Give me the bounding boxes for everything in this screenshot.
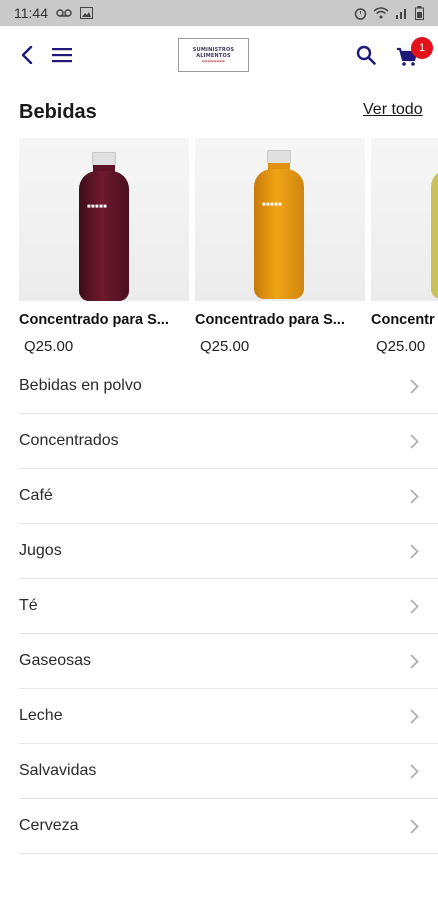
product-carousel[interactable]: ■■■■■ Concentrado para S... Q25.00 ■■■■■…	[0, 138, 438, 363]
hamburger-menu-icon	[52, 48, 72, 63]
category-item[interactable]: Salvavidas	[19, 744, 438, 799]
app-header: SUMINISTROS ALIMENTOS ▬▬▬▬▬▬▬▬	[0, 26, 438, 84]
bottle-body	[254, 169, 304, 299]
bottle-label: ■■■■■	[262, 202, 283, 208]
category-label: Café	[19, 487, 53, 504]
category-item[interactable]: Concentrados	[19, 414, 438, 469]
category-item[interactable]: Bebidas en polvo	[19, 359, 438, 414]
category-list: Bebidas en polvo Concentrados Café Jugos…	[19, 359, 438, 854]
see-all-link[interactable]: Ver todo	[363, 101, 423, 119]
status-bar: 11:44	[0, 0, 438, 26]
category-item[interactable]: Gaseosas	[19, 634, 438, 689]
category-item[interactable]: Jugos	[19, 524, 438, 579]
product-name: Concentr	[371, 312, 435, 328]
image-icon	[80, 7, 93, 19]
product-price: Q25.00	[200, 338, 250, 355]
bottle-cap	[92, 152, 116, 166]
signal-icon	[396, 9, 406, 19]
bottle-label: ■■■■■	[87, 204, 108, 210]
status-left: 11:44	[14, 5, 93, 21]
chevron-right-icon	[410, 433, 420, 449]
category-label: Salvavidas	[19, 762, 97, 779]
product-image: ■■■■■	[19, 138, 189, 301]
alarm-icon	[354, 7, 367, 20]
chevron-right-icon	[410, 708, 420, 724]
product-image: ■■■■■	[195, 138, 365, 301]
product-card[interactable]: ■■■■■ Concentrado para S... Q25.00	[195, 138, 365, 363]
cart-count-badge: 1	[411, 37, 433, 59]
chevron-right-icon	[410, 488, 420, 504]
product-price: Q25.00	[24, 338, 74, 355]
category-item[interactable]: Leche	[19, 689, 438, 744]
product-name: Concentrado para S...	[195, 312, 345, 328]
category-label: Cerveza	[19, 817, 79, 834]
section-title: Bebidas	[19, 101, 97, 123]
chevron-right-icon	[410, 763, 420, 779]
voicemail-icon	[56, 9, 72, 17]
back-button[interactable]	[11, 39, 43, 71]
product-card[interactable]: ■■■■■ Concentrado para S... Q25.00	[19, 138, 189, 363]
brand-logo[interactable]: SUMINISTROS ALIMENTOS ▬▬▬▬▬▬▬▬	[178, 38, 249, 72]
bottle-cap	[267, 150, 291, 164]
chevron-right-icon	[410, 818, 420, 834]
category-label: Gaseosas	[19, 652, 92, 669]
category-label: Concentrados	[19, 432, 119, 449]
back-arrow-icon	[21, 46, 33, 64]
status-right	[354, 6, 424, 20]
bottle-body	[79, 171, 129, 301]
status-time: 11:44	[14, 5, 48, 21]
search-button[interactable]	[350, 39, 382, 71]
chevron-right-icon	[410, 598, 420, 614]
product-price: Q25.00	[376, 338, 426, 355]
category-label: Jugos	[19, 542, 62, 559]
category-label: Leche	[19, 707, 63, 724]
product-name: Concentrado para S...	[19, 312, 169, 328]
product-card[interactable]: Concentr Q25.00	[371, 138, 438, 363]
product-image	[371, 138, 438, 301]
chevron-right-icon	[410, 653, 420, 669]
wifi-icon	[373, 7, 389, 19]
chevron-right-icon	[410, 543, 420, 559]
logo-tagline: ▬▬▬▬▬▬▬▬	[202, 58, 225, 63]
menu-button[interactable]	[46, 39, 78, 71]
category-label: Té	[19, 597, 38, 614]
category-item[interactable]: Café	[19, 469, 438, 524]
chevron-right-icon	[410, 378, 420, 394]
category-label: Bebidas en polvo	[19, 377, 142, 394]
category-item[interactable]: Cerveza	[19, 799, 438, 854]
battery-icon	[415, 6, 424, 20]
bottle-body	[431, 169, 438, 299]
category-item[interactable]: Té	[19, 579, 438, 634]
search-icon	[356, 45, 376, 65]
